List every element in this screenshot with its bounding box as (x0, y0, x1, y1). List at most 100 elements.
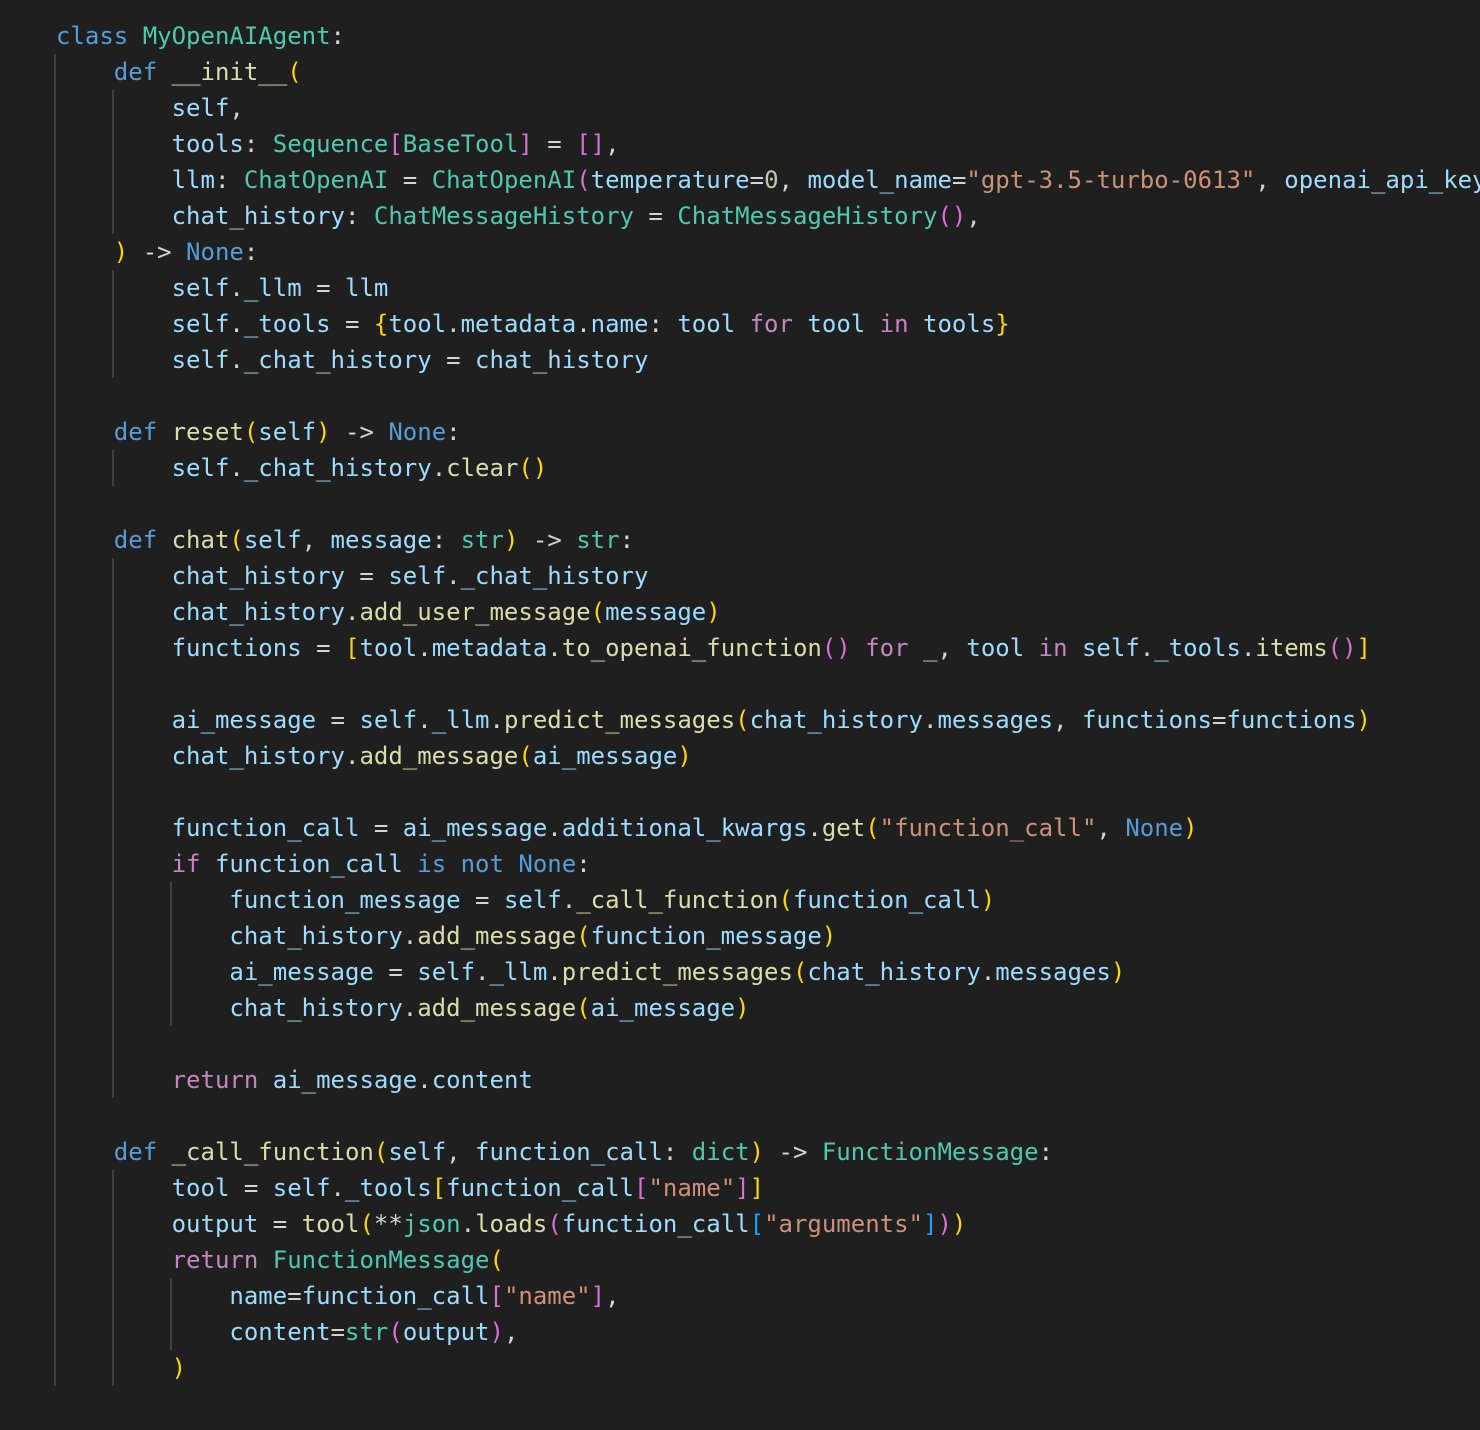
code-token: str (460, 526, 504, 554)
code-line[interactable]: self._llm = llm (56, 270, 1480, 306)
code-line[interactable]: self._tools = {tool.metadata.name: tool … (56, 306, 1480, 342)
code-line[interactable]: name=function_call["name"], (56, 1278, 1480, 1314)
code-line[interactable] (56, 1026, 1480, 1062)
code-token: . (576, 310, 591, 338)
code-token: return (171, 1066, 259, 1094)
code-token: . (402, 922, 418, 950)
code-token: : (330, 22, 345, 50)
code-token: function_message (229, 886, 461, 914)
code-token: temperature (590, 166, 750, 194)
code-token: = (749, 166, 765, 194)
code-line[interactable]: ai_message = self._llm.predict_messages(… (56, 954, 1480, 990)
code-token: function_call (446, 1174, 634, 1202)
code-token: self (171, 310, 230, 338)
code-line[interactable]: class MyOpenAIAgent: (56, 18, 1480, 54)
code-line[interactable]: self._chat_history = chat_history (56, 342, 1480, 378)
code-token: chat_history (475, 346, 649, 374)
code-token: ] (590, 1282, 606, 1310)
code-line[interactable]: ) -> None: (56, 234, 1480, 270)
code-token: . (330, 1174, 345, 1202)
code-token: = (951, 166, 967, 194)
code-line[interactable]: chat_history.add_message(ai_message) (56, 990, 1480, 1026)
code-line[interactable]: chat_history.add_user_message(message) (56, 594, 1480, 630)
code-token: -> (518, 526, 577, 554)
code-token: _tools (1154, 634, 1241, 662)
code-token: . (547, 634, 562, 662)
code-token: = (330, 1318, 345, 1346)
code-line[interactable]: chat_history.add_message(function_messag… (56, 918, 1480, 954)
code-token: llm (345, 274, 389, 302)
code-token: , (229, 94, 244, 122)
code-token: dict (691, 1138, 750, 1166)
code-token: , (503, 1318, 519, 1346)
code-line[interactable]: return ai_message.content (56, 1062, 1480, 1098)
code-line[interactable]: self._chat_history.clear() (56, 450, 1480, 486)
code-token: ( (229, 526, 244, 554)
code-line[interactable] (56, 774, 1480, 810)
code-line[interactable]: tools: Sequence[BaseTool] = [], (56, 126, 1480, 162)
code-token: ( (735, 706, 750, 734)
code-token: MyOpenAIAgent (142, 22, 331, 50)
code-token: function_call (561, 1210, 750, 1238)
code-token: : (214, 166, 244, 194)
code-line[interactable]: def __init__( (56, 54, 1480, 90)
code-token: message (330, 526, 432, 554)
code-line[interactable] (56, 486, 1480, 522)
code-line[interactable]: content=str(output), (56, 1314, 1480, 1350)
code-token: . (229, 274, 244, 302)
code-line[interactable] (56, 1098, 1480, 1134)
code-line[interactable]: chat_history = self._chat_history (56, 558, 1480, 594)
code-token: BaseTool (402, 130, 519, 158)
code-content[interactable]: class MyOpenAIAgent: def __init__( self,… (56, 18, 1480, 1386)
code-token: chat_history (229, 922, 403, 950)
code-token: , (446, 1138, 476, 1166)
code-token: : (662, 1138, 692, 1166)
code-line[interactable]: function_message = self._call_function(f… (56, 882, 1480, 918)
code-line[interactable]: chat_history.add_message(ai_message) (56, 738, 1480, 774)
code-token: ) (1110, 958, 1126, 986)
code-token: ( (576, 922, 591, 950)
code-editor[interactable]: class MyOpenAIAgent: def __init__( self,… (0, 0, 1480, 1430)
code-token: metadata (431, 634, 548, 662)
code-token: def (113, 58, 172, 86)
code-token: _llm (243, 274, 302, 302)
code-line[interactable]: def chat(self, message: str) -> str: (56, 522, 1480, 558)
code-token: : (619, 526, 635, 554)
code-line[interactable]: output = tool(**json.loads(function_call… (56, 1206, 1480, 1242)
code-line[interactable]: ai_message = self._llm.predict_messages(… (56, 702, 1480, 738)
code-line[interactable]: tool = self._tools[function_call["name"]… (56, 1170, 1480, 1206)
code-token: . (1139, 634, 1155, 662)
code-token: self (171, 94, 230, 122)
code-token: predict_messages (503, 706, 736, 734)
code-line[interactable]: llm: ChatOpenAI = ChatOpenAI(temperature… (56, 162, 1480, 198)
code-token: ) (171, 1354, 187, 1382)
code-line[interactable]: def _call_function(self, function_call: … (56, 1134, 1480, 1170)
code-token: ) (735, 994, 750, 1022)
code-line[interactable]: function_call = ai_message.additional_kw… (56, 810, 1480, 846)
code-line[interactable]: self, (56, 90, 1480, 126)
code-token: return (171, 1246, 259, 1274)
code-token: ( (865, 814, 880, 842)
code-line[interactable]: return FunctionMessage( (56, 1242, 1480, 1278)
code-line[interactable]: if function_call is not None: (56, 846, 1480, 882)
code-token: add_message (359, 742, 519, 770)
code-line[interactable]: def reset(self) -> None: (56, 414, 1480, 450)
code-line[interactable]: chat_history: ChatMessageHistory = ChatM… (56, 198, 1480, 234)
code-line[interactable]: functions = [tool.metadata.to_openai_fun… (56, 630, 1480, 666)
code-line[interactable]: ) (56, 1350, 1480, 1386)
code-line[interactable] (56, 378, 1480, 414)
code-line[interactable] (56, 666, 1480, 702)
